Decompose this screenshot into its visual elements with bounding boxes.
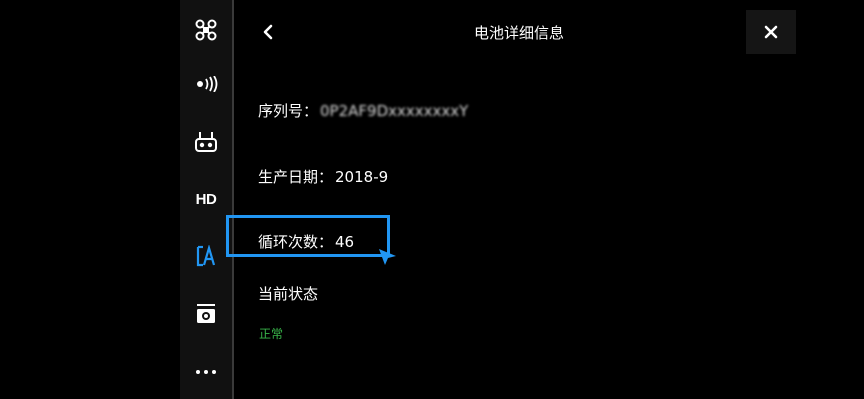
highlight-box [226, 215, 390, 257]
sidebar-item-more[interactable] [180, 350, 232, 394]
sidebar-item-signal[interactable] [180, 62, 232, 106]
production-date-row: 生产日期： 2018-9 [258, 166, 388, 187]
close-icon [764, 25, 778, 39]
sidebar: HD [180, 0, 232, 399]
serial-value: 0P2AF9DxxxxxxxxY [320, 102, 469, 120]
serial-label: 序列号： [258, 102, 319, 120]
sidebar-item-hd[interactable]: HD [180, 177, 232, 221]
page-title: 电池详细信息 [473, 24, 564, 42]
sidebar-item-battery[interactable] [180, 234, 232, 278]
panel-header: 电池详细信息 [234, 0, 864, 62]
left-blank-area [0, 0, 180, 399]
camera-icon [197, 304, 215, 323]
production-date-value: 2018-9 [335, 168, 389, 186]
status-row: 当前状态 [258, 283, 318, 304]
remote-controller-icon [195, 132, 217, 152]
signal-icon [197, 76, 218, 92]
sidebar-item-aircraft[interactable] [180, 8, 232, 52]
close-button[interactable] [746, 10, 796, 54]
more-icon [196, 370, 216, 374]
sidebar-item-remote[interactable] [180, 120, 232, 164]
battery-icon [196, 245, 216, 267]
serial-row: 序列号： 0P2AF9DxxxxxxxxY [258, 100, 468, 121]
status-label: 当前状态 [258, 285, 319, 303]
hd-label: HD [195, 190, 217, 208]
battery-details-panel: 电池详细信息 序列号： 0P2AF9DxxxxxxxxY 生产日期： 2018-9 … [234, 0, 864, 399]
status-value: 正常 [259, 327, 284, 341]
aircraft-icon [195, 19, 217, 41]
cursor-arrow-icon [379, 249, 396, 265]
production-date-label: 生产日期： [258, 168, 334, 186]
sidebar-item-camera[interactable] [180, 292, 232, 336]
